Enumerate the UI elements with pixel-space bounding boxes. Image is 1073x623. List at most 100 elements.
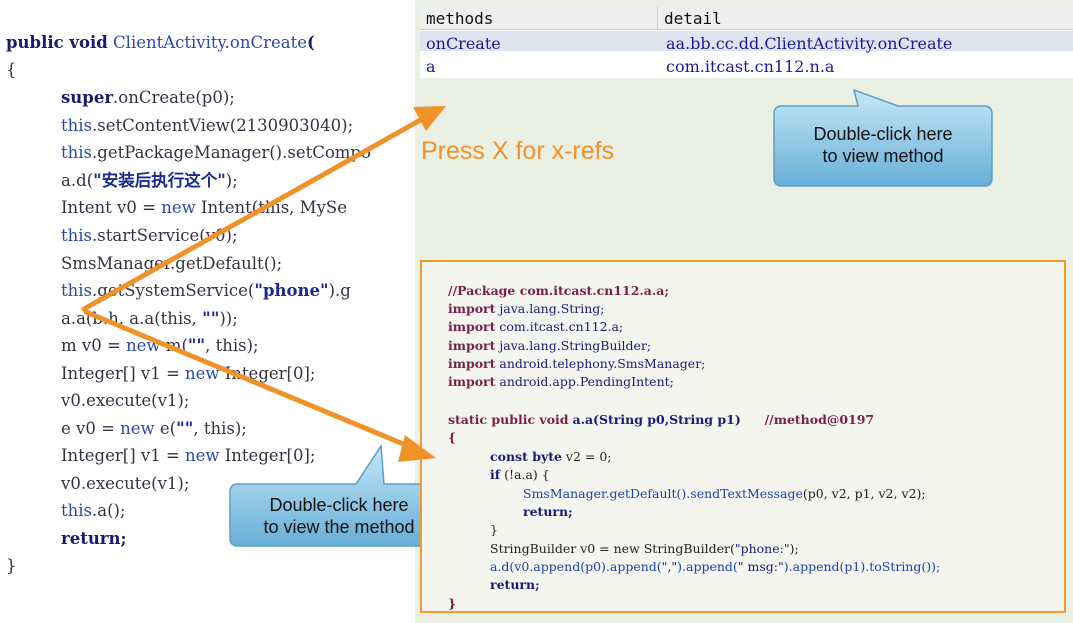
keyword: this xyxy=(61,116,93,135)
code-text: Intent(this, MySe xyxy=(195,198,347,217)
code-text: Integer[] v1 = xyxy=(61,364,186,383)
table-cell-detail[interactable]: aa.bb.cc.dd.ClientActivity.onCreate xyxy=(660,33,1073,53)
class-name: ClientActivity xyxy=(113,33,225,52)
press-x-hint: Press X for x-refs xyxy=(421,137,615,165)
code-text: .getSystemService( xyxy=(92,281,255,300)
keyword: public void xyxy=(6,33,108,52)
decompiled-line-4: import java.lang.StringBuilder; xyxy=(448,338,651,354)
code-text: e( xyxy=(154,419,177,438)
decompiled-line-5: import android.telephony.SmsManager; xyxy=(448,356,705,372)
code-text: .getPackageManager().setCompo xyxy=(92,143,371,162)
keyword: super xyxy=(61,88,114,107)
keyword: this xyxy=(61,501,93,520)
methods-table[interactable]: methods detail onCreate aa.bb.cc.dd.Clie… xyxy=(420,6,1073,78)
string-literal: "安装后执行这个" xyxy=(93,171,226,190)
callout-top-text: Double-click here to view method xyxy=(775,123,991,167)
keyword: this xyxy=(61,281,93,300)
code-line-10[interactable]: this.getSystemService("phone").g xyxy=(61,281,351,301)
callout-line: Double-click here xyxy=(269,495,409,515)
keyword: import xyxy=(448,319,496,334)
decompiled-line-1: //Package com.itcast.cn112.a.a; xyxy=(448,283,669,298)
keyword: static public void xyxy=(448,412,569,427)
code-line-6[interactable]: a.d("安装后执行这个"); xyxy=(61,171,238,191)
code-text: .a(); xyxy=(92,501,126,520)
decompiled-line-17: } xyxy=(448,596,457,611)
keyword: this xyxy=(61,226,93,245)
code-line-18[interactable]: this.a(); xyxy=(61,501,126,521)
keyword: new xyxy=(161,198,196,217)
keyword: new xyxy=(126,336,161,355)
code-text: ); xyxy=(789,541,799,556)
decompiled-line-3: import com.itcast.cn112.a; xyxy=(448,319,623,335)
column-header-detail[interactable]: detail xyxy=(658,6,1073,30)
code-text: android.app.PendingIntent; xyxy=(499,374,674,389)
code-text: .onCreate(p0); xyxy=(113,88,235,107)
decompiled-line-11: SmsManager.getDefault().sendTextMessage(… xyxy=(523,486,926,502)
keyword: new xyxy=(120,419,155,438)
string-literal: "," xyxy=(661,559,678,574)
code-line-19[interactable]: return; xyxy=(61,529,127,549)
code-text: (p0, v2, p1, v2, v2); xyxy=(802,486,926,501)
code-text: Intent v0 = xyxy=(61,198,162,217)
code-line-9[interactable]: SmsManager.getDefault(); xyxy=(61,254,282,274)
code-text: m( xyxy=(160,336,188,355)
keyword: import xyxy=(448,374,496,389)
paren: ( xyxy=(307,33,315,52)
table-cell-detail[interactable]: com.itcast.cn112.n.a xyxy=(660,56,1073,76)
method-name[interactable]: onCreate xyxy=(230,33,307,52)
code-line-11[interactable]: a.a(b.h, a.a(this, "")); xyxy=(61,309,238,329)
code-comment: //method@0197 xyxy=(764,412,875,427)
decompiled-line-12: return; xyxy=(523,504,573,519)
code-line-8[interactable]: this.startService(v0); xyxy=(61,226,238,246)
code-text: m v0 = xyxy=(61,336,127,355)
decompiled-line-2: import java.lang.String; xyxy=(448,301,605,317)
code-text: android.telephony.SmsManager; xyxy=(499,356,706,371)
code-line-3[interactable]: super.onCreate(p0); xyxy=(61,88,235,108)
code-line-17[interactable]: v0.execute(v1); xyxy=(61,474,189,494)
decompiled-code-box[interactable]: //Package com.itcast.cn112.a.a; import j… xyxy=(420,260,1066,613)
decompiled-line-15: a.d(v0.append(p0).append(",").append(" m… xyxy=(490,559,940,575)
table-cell-method[interactable]: onCreate xyxy=(420,33,658,53)
code-call: a.d(v0.append(p0).append( xyxy=(490,559,662,574)
code-text: )); xyxy=(219,309,238,328)
decompiled-line-10: if (!a.a) { xyxy=(490,467,550,483)
code-text: a.a(b.h, a.a(this, xyxy=(61,309,203,328)
code-line-13[interactable]: Integer[] v1 = new Integer[0]; xyxy=(61,364,315,384)
code-line-12[interactable]: m v0 = new m("", this); xyxy=(61,336,259,356)
code-text: (!a.a) { xyxy=(504,467,550,482)
code-text: java.lang.StringBuilder; xyxy=(499,338,652,353)
keyword: import xyxy=(448,301,496,316)
code-line-20: } xyxy=(6,556,17,575)
code-call: ).append(p1).toString()); xyxy=(783,559,941,574)
decompiled-line-8: { xyxy=(448,430,457,445)
table-cell-method[interactable]: a xyxy=(420,56,658,76)
code-text: java.lang.String; xyxy=(499,301,605,316)
code-line-7[interactable]: Intent v0 = new Intent(this, MySe xyxy=(61,198,347,218)
keyword: import xyxy=(448,356,496,371)
decompiled-line-14: StringBuilder v0 = new StringBuilder("ph… xyxy=(490,541,799,557)
keyword: this xyxy=(61,143,93,162)
string-literal: "phone:" xyxy=(734,541,790,556)
code-line-15[interactable]: e v0 = new e("", this); xyxy=(61,419,247,439)
code-line-4[interactable]: this.setContentView(2130903040); xyxy=(61,116,353,136)
callout-line: Double-click here xyxy=(813,124,953,144)
decompiled-line-16: return; xyxy=(490,577,540,592)
column-header-methods[interactable]: methods xyxy=(420,6,658,30)
code-text: ); xyxy=(225,171,238,190)
code-line-1[interactable]: public void ClientActivity.onCreate( xyxy=(6,33,315,53)
code-call: ).append( xyxy=(677,559,738,574)
keyword: const byte xyxy=(490,449,562,464)
string-literal: "phone" xyxy=(254,281,329,300)
decompiled-line-13: } xyxy=(490,522,498,537)
code-text: v2 = 0; xyxy=(565,449,612,464)
keyword: new xyxy=(185,446,220,465)
callout-line: to view the method xyxy=(263,517,415,537)
code-line-5[interactable]: this.getPackageManager().setCompo xyxy=(61,143,371,163)
callout-bottom-text: Double-click here to view the method xyxy=(231,494,447,538)
string-literal: "" xyxy=(202,309,220,328)
keyword: if xyxy=(490,467,501,482)
method-signature: a.a(String p0,String p1) xyxy=(572,412,741,427)
code-text: .startService(v0); xyxy=(92,226,238,245)
code-line-14[interactable]: v0.execute(v1); xyxy=(61,391,189,411)
code-text: StringBuilder v0 = new StringBuilder( xyxy=(490,541,735,556)
